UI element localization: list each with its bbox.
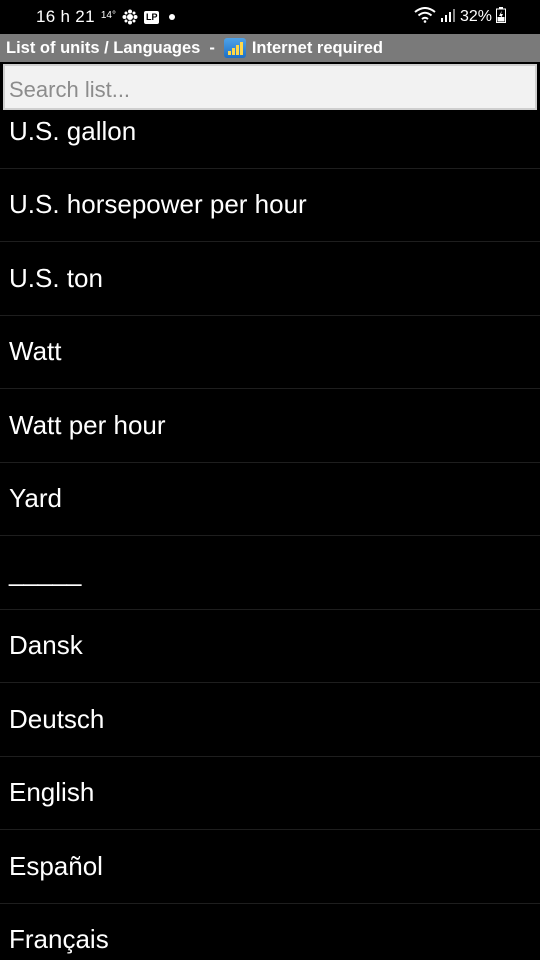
signal-bars-icon xyxy=(223,38,246,58)
units-languages-list[interactable]: U.S. gallon U.S. horsepower per hour U.S… xyxy=(0,95,540,960)
internet-required-label: Internet required xyxy=(251,38,383,57)
list-item-watt[interactable]: Watt xyxy=(0,316,540,389)
status-left: 16 h 21 14° LP xyxy=(36,7,176,27)
lp-badge-icon: LP xyxy=(143,10,160,24)
list-item-us-horsepower-per-hour[interactable]: U.S. horsepower per hour xyxy=(0,169,540,242)
list-item-watt-per-hour[interactable]: Watt per hour xyxy=(0,389,540,463)
cbc-logo-icon xyxy=(122,9,138,25)
list-item-separator[interactable]: _____ xyxy=(0,536,540,610)
status-temperature: 14° xyxy=(100,9,116,21)
status-time: 16 h 21 xyxy=(36,7,95,26)
status-right: 32% xyxy=(414,6,506,28)
page-title: List of units / Languages xyxy=(6,38,201,57)
title-bar: List of units / Languages - Internet req… xyxy=(0,34,540,62)
battery-percentage: 32% xyxy=(459,8,492,25)
list-item-dansk[interactable]: Dansk xyxy=(0,610,540,683)
list-item-espanol[interactable]: Español xyxy=(0,830,540,904)
list-item-english[interactable]: English xyxy=(0,757,540,830)
status-bar: 16 h 21 14° LP 32% xyxy=(0,0,540,34)
title-separator: - xyxy=(209,38,215,57)
list-item-us-ton[interactable]: U.S. ton xyxy=(0,242,540,316)
list-item-francais[interactable]: Français xyxy=(0,904,540,960)
battery-charging-icon xyxy=(496,6,506,28)
list-item-deutsch[interactable]: Deutsch xyxy=(0,683,540,757)
notification-dot-icon xyxy=(169,14,176,20)
list-item-us-gallon[interactable]: U.S. gallon xyxy=(0,95,540,169)
list-item-yard[interactable]: Yard xyxy=(0,463,540,536)
signal-icon xyxy=(440,7,456,27)
wifi-icon xyxy=(414,6,436,28)
